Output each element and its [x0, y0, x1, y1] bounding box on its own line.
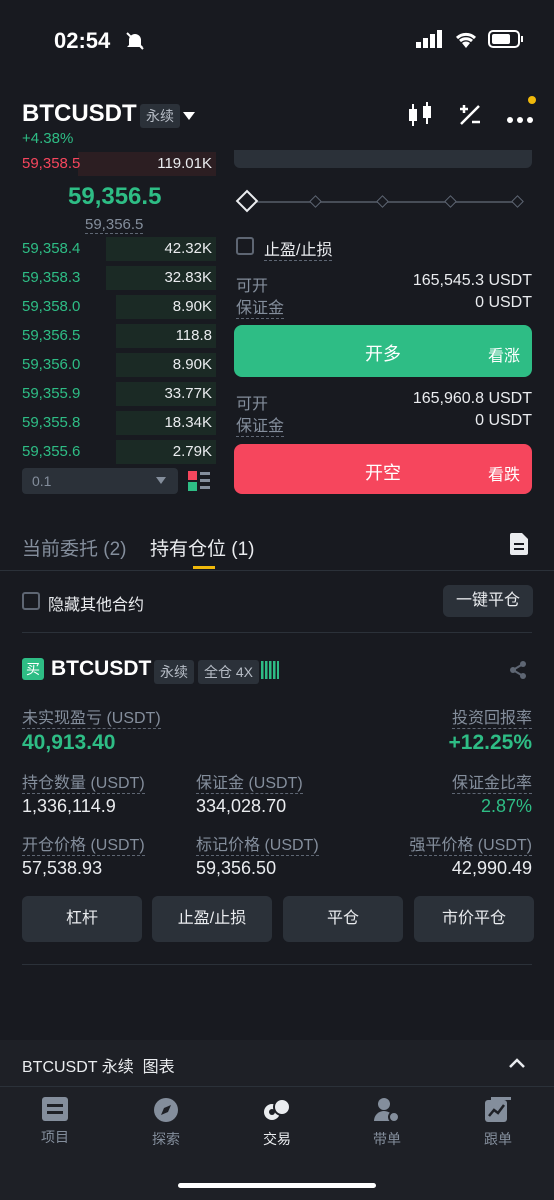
nav-item-explore[interactable]: 探索	[131, 1097, 201, 1149]
caret-down-icon	[156, 477, 166, 484]
short-avail-label: 可开	[236, 396, 269, 413]
slider-handle[interactable]	[235, 189, 259, 213]
tp-sl-checkbox[interactable]	[236, 237, 254, 255]
orderbook-bid-row[interactable]: 59,358.0 8.90K	[0, 295, 216, 319]
roi-label: 投资回报率	[451, 704, 532, 729]
chevron-up-icon[interactable]	[508, 1056, 526, 1074]
mark-price-value: 59,356.50	[196, 858, 277, 878]
calculator-icon[interactable]	[457, 102, 483, 133]
orderbook-bid-row[interactable]: 59,356.5 118.8	[0, 324, 216, 348]
margin-label: 保证金 (USDT)	[196, 769, 303, 794]
symbol-title[interactable]: BTCUSDT	[22, 100, 137, 128]
orderbook-layout-icon[interactable]	[188, 471, 210, 496]
liq-price-label: 强平价格 (USDT)	[409, 831, 532, 856]
margin-value: 334,028.70	[196, 796, 287, 816]
trade-icon	[264, 1098, 291, 1120]
tp-sl-button[interactable]: 止盈/止损	[152, 896, 272, 942]
upnl-value: 40,913.40	[22, 731, 116, 754]
entry-price-value: 57,538.93	[22, 858, 103, 878]
price-change: +4.38%	[22, 130, 74, 147]
open-long-button[interactable]: 开多 看涨	[234, 325, 532, 377]
orderbook-bid-row[interactable]: 59,355.6 2.79K	[0, 440, 216, 464]
copy-trader-icon	[374, 1098, 400, 1123]
short-avail-value: 165,960.8 USDT	[412, 390, 532, 407]
orderbook-bid-row[interactable]: 59,355.8 18.34K	[0, 411, 216, 435]
orderbook-bid-row[interactable]: 59,358.3 32.83K	[0, 266, 216, 290]
market-close-button[interactable]: 市价平仓	[414, 896, 534, 942]
nav-item-projects[interactable]: 项目	[20, 1097, 90, 1147]
signal-icon	[416, 30, 442, 48]
follow-chart-icon	[485, 1097, 511, 1122]
list-icon	[42, 1097, 68, 1121]
adl-indicator-icon	[261, 661, 279, 684]
size-value: 1,336,114.9	[22, 796, 116, 816]
orderbook-bid-row[interactable]: 59,358.4 42.32K	[0, 237, 216, 261]
amount-input[interactable]	[234, 150, 532, 168]
precision-select[interactable]: 0.1	[22, 468, 178, 494]
close-position-button[interactable]: 平仓	[283, 896, 403, 942]
hide-other-checkbox[interactable]	[22, 592, 40, 610]
position-contract-badge: 永续	[154, 660, 194, 684]
slider-tick	[376, 195, 389, 208]
tab-open-orders[interactable]: 当前委托 (2)	[22, 534, 127, 561]
slider-tick	[444, 195, 457, 208]
active-tab-indicator	[193, 566, 215, 569]
margin-ratio-value: 2.87%	[480, 796, 532, 816]
upnl-label: 未实现盈亏 (USDT)	[22, 704, 161, 729]
mark-price-label: 标记价格 (USDT)	[196, 831, 319, 856]
battery-icon	[488, 30, 523, 48]
short-margin-label: 保证金	[236, 412, 285, 437]
leverage-button[interactable]: 杠杆	[22, 896, 142, 942]
tab-positions[interactable]: 持有仓位 (1)	[150, 534, 255, 561]
contract-type-badge: 永续	[140, 104, 180, 128]
caret-down-icon[interactable]	[182, 108, 196, 126]
size-label: 持仓数量 (USDT)	[22, 769, 145, 794]
long-margin-label: 保证金	[236, 294, 285, 319]
divider	[22, 964, 532, 965]
slider-tick	[511, 195, 524, 208]
short-margin-value: 0 USDT	[475, 412, 532, 429]
open-short-button[interactable]: 开空 看跌	[234, 444, 532, 494]
wifi-icon	[455, 32, 477, 48]
divider	[0, 570, 554, 571]
orderbook-bid-row[interactable]: 59,356.0 8.90K	[0, 353, 216, 377]
nav-item-lead-trade[interactable]: 带单	[352, 1097, 422, 1149]
nav-item-copy-trade[interactable]: 跟单	[463, 1097, 533, 1149]
orderbook-ask-row[interactable]: 59,358.5 119.01K	[0, 152, 216, 176]
divider	[22, 632, 532, 633]
hide-other-label: 隐藏其他合约	[48, 597, 145, 614]
silent-bell-icon	[124, 30, 146, 57]
long-avail-label: 可开	[236, 278, 269, 295]
home-indicator	[178, 1183, 376, 1188]
notification-dot	[528, 96, 536, 104]
roi-value: +12.25%	[448, 731, 533, 754]
tp-sl-label: 止盈/止损	[264, 236, 333, 261]
long-margin-value: 0 USDT	[475, 294, 532, 311]
more-icon[interactable]	[506, 112, 534, 130]
status-icons	[416, 30, 524, 48]
compass-icon	[154, 1098, 178, 1122]
mark-price: 59,356.5	[85, 216, 144, 234]
margin-ratio-label: 保证金比率	[451, 769, 532, 794]
status-time: 02:54	[54, 28, 111, 53]
chart-bar-label: BTCUSDT 永续 图表	[22, 1059, 175, 1076]
document-icon[interactable]	[510, 533, 528, 560]
candlestick-icon[interactable]	[406, 102, 434, 133]
slider-tick	[309, 195, 322, 208]
nav-item-trade[interactable]: 交易	[242, 1097, 312, 1149]
margin-mode-badge[interactable]: 全仓 4X	[198, 660, 260, 684]
entry-price-label: 开仓价格 (USDT)	[22, 831, 145, 856]
liq-price-value: 42,990.49	[451, 858, 532, 878]
last-price: 59,356.5	[68, 183, 162, 210]
share-icon[interactable]	[508, 660, 528, 685]
position-symbol[interactable]: BTCUSDT	[51, 657, 151, 681]
close-all-button[interactable]: 一键平仓	[443, 585, 533, 617]
buy-side-tag: 买	[22, 658, 44, 680]
chart-bar[interactable]: BTCUSDT 永续 图表	[0, 1040, 554, 1086]
long-avail-value: 165,545.3 USDT	[412, 272, 532, 289]
orderbook-bid-row[interactable]: 59,355.9 33.77K	[0, 382, 216, 406]
